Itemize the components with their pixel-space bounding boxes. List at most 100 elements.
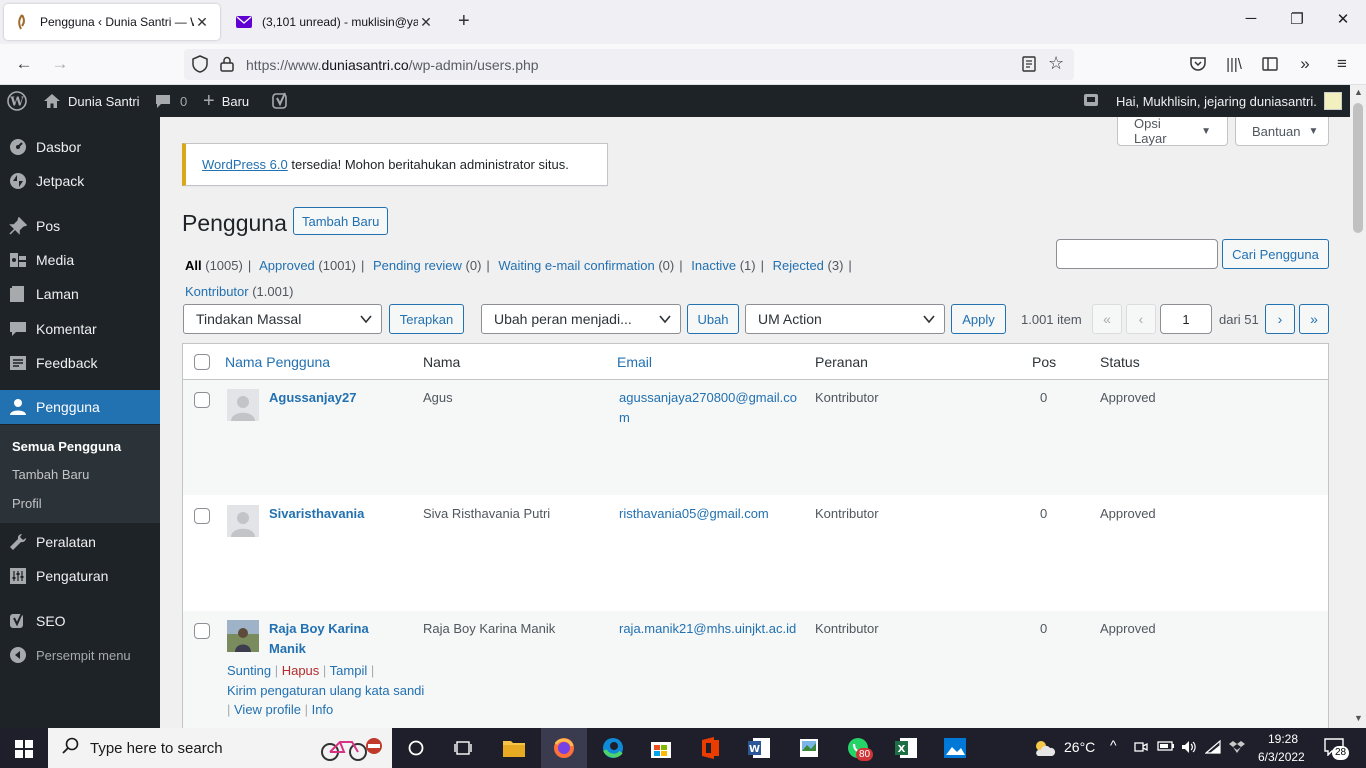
um-action-select[interactable]: UM Action bbox=[745, 304, 945, 334]
view-kontributor[interactable]: Kontributor (1.001) bbox=[185, 284, 293, 299]
sidebar-item-jetpack[interactable]: Jetpack bbox=[0, 164, 160, 198]
bookmark-star-icon[interactable]: ☆ bbox=[1048, 53, 1064, 74]
cell-posts[interactable]: 0 bbox=[1040, 619, 1047, 639]
username-link[interactable]: Sivaristhavania bbox=[269, 504, 389, 524]
row-checkbox[interactable] bbox=[194, 623, 210, 639]
view-user-link[interactable]: Tampil bbox=[330, 663, 368, 678]
minimize-icon[interactable]: ─ bbox=[1241, 10, 1261, 27]
url-bar[interactable]: https://www.duniasantri.co/wp-admin/user… bbox=[184, 49, 1074, 80]
page-scrollbar[interactable]: ▲ ▼ bbox=[1350, 85, 1366, 728]
taskbar-search-box[interactable]: Type here to search bbox=[48, 728, 392, 768]
sidebar-toggle-icon[interactable] bbox=[1258, 52, 1282, 76]
row-checkbox[interactable] bbox=[194, 392, 210, 408]
info-link[interactable]: Info bbox=[312, 702, 334, 717]
view-approved[interactable]: Approved (1001) bbox=[259, 258, 356, 273]
scrollbar-thumb[interactable] bbox=[1353, 103, 1363, 233]
change-role-select[interactable]: Ubah peran menjadi... bbox=[481, 304, 681, 334]
hamburger-menu-icon[interactable]: ≡ bbox=[1330, 52, 1354, 76]
office-icon[interactable] bbox=[696, 734, 724, 762]
notification-icon[interactable] bbox=[1083, 85, 1099, 117]
delete-user-link[interactable]: Hapus bbox=[282, 663, 320, 678]
last-page-button[interactable]: » bbox=[1299, 304, 1329, 334]
apply-bulk-button[interactable]: Terapkan bbox=[389, 304, 464, 334]
cell-email[interactable]: agussanjaya270800@gmail.com bbox=[619, 388, 799, 428]
lock-icon[interactable] bbox=[220, 56, 234, 75]
next-page-button[interactable]: › bbox=[1265, 304, 1295, 334]
library-icon[interactable]: |||\ bbox=[1222, 52, 1246, 76]
forward-icon[interactable]: → bbox=[48, 52, 72, 76]
sidebar-item-peralatan[interactable]: Peralatan bbox=[0, 525, 160, 559]
view-waiting[interactable]: Waiting e-mail confirmation (0) bbox=[498, 258, 674, 273]
username-link[interactable]: Raja Boy Karina Manik bbox=[269, 619, 389, 659]
meet-now-icon[interactable] bbox=[1134, 740, 1148, 757]
clock-date[interactable]: 6/3/2022 bbox=[1258, 750, 1305, 764]
add-new-user-button[interactable]: Tambah Baru bbox=[293, 207, 389, 235]
submenu-add-new[interactable]: Tambah Baru bbox=[12, 467, 89, 482]
photos-icon[interactable] bbox=[941, 734, 969, 762]
dropbox-icon[interactable] bbox=[1229, 740, 1245, 757]
new-content-link[interactable]: + Baru bbox=[203, 85, 249, 117]
change-role-button[interactable]: Ubah bbox=[687, 304, 739, 334]
bulk-action-select[interactable]: Tindakan Massal bbox=[183, 304, 382, 334]
sidebar-item-seo[interactable]: SEO bbox=[0, 604, 160, 638]
task-view-icon[interactable] bbox=[449, 734, 477, 762]
cell-email[interactable]: risthavania05@gmail.com bbox=[619, 504, 799, 524]
cell-posts[interactable]: 0 bbox=[1040, 388, 1047, 408]
file-explorer-icon[interactable] bbox=[500, 734, 528, 762]
cell-email[interactable]: raja.manik21@mhs.uinjkt.ac.id bbox=[619, 619, 819, 639]
paint-icon[interactable] bbox=[795, 734, 823, 762]
wordpress-logo-icon[interactable]: W bbox=[7, 85, 27, 117]
store-icon[interactable] bbox=[647, 734, 675, 762]
word-icon[interactable]: W bbox=[745, 734, 773, 762]
column-email[interactable]: Email bbox=[617, 354, 652, 370]
view-all[interactable]: All (1005) bbox=[185, 258, 243, 273]
reader-view-icon[interactable] bbox=[1022, 56, 1036, 75]
view-inactive[interactable]: Inactive (1) bbox=[691, 258, 755, 273]
search-users-button[interactable]: Cari Pengguna bbox=[1222, 239, 1329, 269]
tab-mail[interactable]: (3,101 unread) - muklisin@yaho ✕ bbox=[226, 4, 444, 40]
screen-options-button[interactable]: Opsi Layar ▼ bbox=[1117, 117, 1228, 146]
back-icon[interactable]: ← bbox=[12, 52, 36, 76]
row-checkbox[interactable] bbox=[194, 508, 210, 524]
submenu-profile[interactable]: Profil bbox=[12, 496, 42, 511]
wifi-icon[interactable] bbox=[1204, 739, 1221, 757]
yoast-seo-icon[interactable] bbox=[272, 85, 290, 117]
pocket-icon[interactable] bbox=[1186, 52, 1210, 76]
close-icon[interactable]: ✕ bbox=[194, 14, 210, 31]
tab-users[interactable]: Pengguna ‹ Dunia Santri — Wor ✕ bbox=[4, 4, 220, 40]
current-page-input[interactable]: 1 bbox=[1160, 304, 1212, 334]
sidebar-item-komentar[interactable]: Komentar bbox=[0, 312, 160, 346]
firefox-icon[interactable] bbox=[550, 734, 578, 762]
cell-posts[interactable]: 0 bbox=[1040, 504, 1047, 524]
username-link[interactable]: Agussanjay27 bbox=[269, 388, 389, 408]
shield-icon[interactable] bbox=[192, 55, 208, 76]
reset-password-link[interactable]: Kirim pengaturan ulang kata sandi bbox=[227, 683, 424, 698]
sidebar-item-feedback[interactable]: Feedback bbox=[0, 346, 160, 380]
overflow-chevron-icon[interactable]: » bbox=[1293, 52, 1317, 76]
submenu-all-users[interactable]: Semua Pengguna bbox=[12, 439, 121, 454]
windows-start-icon[interactable] bbox=[15, 740, 33, 761]
account-menu[interactable]: Hai, Mukhlisin, jejaring duniasantri. bbox=[1116, 85, 1342, 117]
comments-link[interactable]: 0 bbox=[155, 85, 187, 117]
scroll-down-icon[interactable]: ▼ bbox=[1354, 713, 1363, 723]
sidebar-item-pos[interactable]: Pos bbox=[0, 209, 160, 243]
sidebar-item-dasbor[interactable]: Dasbor bbox=[0, 130, 160, 164]
sidebar-item-laman[interactable]: Laman bbox=[0, 277, 160, 311]
weather-temp[interactable]: 26°C bbox=[1064, 739, 1095, 755]
update-link[interactable]: WordPress 6.0 bbox=[202, 157, 288, 172]
volume-icon[interactable] bbox=[1181, 740, 1197, 757]
cortana-icon[interactable] bbox=[402, 734, 430, 762]
help-button[interactable]: Bantuan ▼ bbox=[1235, 117, 1329, 146]
restore-icon[interactable]: ❐ bbox=[1287, 10, 1307, 28]
excel-icon[interactable]: X bbox=[892, 734, 920, 762]
column-username[interactable]: Nama Pengguna bbox=[225, 354, 330, 370]
collapse-menu-button[interactable]: Persempit menu bbox=[0, 638, 160, 672]
sidebar-item-media[interactable]: Media bbox=[0, 243, 160, 277]
view-pending[interactable]: Pending review (0) bbox=[373, 258, 481, 273]
sidebar-item-pengguna[interactable]: Pengguna bbox=[0, 390, 160, 424]
scroll-up-icon[interactable]: ▲ bbox=[1354, 87, 1363, 97]
select-all-checkbox[interactable] bbox=[194, 354, 210, 370]
tray-chevron-icon[interactable]: ^ bbox=[1110, 737, 1117, 753]
sidebar-item-pengaturan[interactable]: Pengaturan bbox=[0, 559, 160, 593]
close-icon[interactable]: ✕ bbox=[418, 14, 434, 31]
